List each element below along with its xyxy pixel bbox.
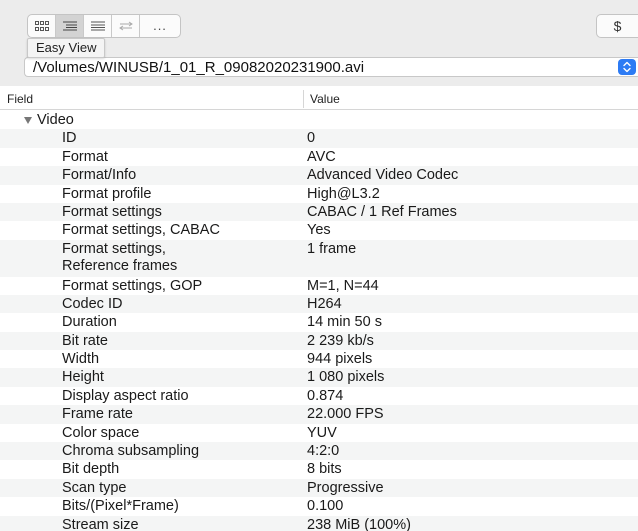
value-cell: YUV [307, 424, 337, 441]
grid-view-button[interactable] [28, 15, 56, 37]
table-row[interactable]: Format settings CABAC / 1 Ref Frames [0, 202, 638, 222]
field-cell: Format [62, 148, 108, 165]
easy-view-tooltip: Easy View [27, 38, 106, 58]
table-row[interactable]: Chroma subsampling 4:2:0 [0, 442, 638, 461]
column-header-field[interactable]: Field [7, 92, 33, 106]
field-cell: Stream size [62, 516, 139, 531]
media-info-table: Field Value Video ID 0 Format AVC Format/Inf… [0, 88, 638, 531]
easy-view-button[interactable] [56, 15, 84, 37]
value-cell: 0 [307, 130, 316, 147]
value-cell: Yes [307, 222, 331, 239]
value-cell: CABAC / 1 Ref Frames [307, 203, 457, 220]
value-cell: 0.874 [307, 387, 344, 404]
table-row[interactable]: Format AVC [0, 148, 638, 166]
field-cell: Format settings [62, 203, 162, 220]
table-row[interactable]: Duration 14 min 50 s [0, 313, 638, 331]
more-icon: ... [153, 18, 167, 33]
sheet-view-button[interactable] [84, 15, 112, 37]
value-cell: 1 frame [307, 240, 357, 257]
field-cell: Width [62, 351, 100, 368]
disclosure-triangle-icon[interactable] [24, 117, 32, 125]
field-cell: Height [62, 369, 104, 386]
file-path-text: /Volumes/WINUSB/1_01_R_09082020231900.av… [33, 59, 365, 76]
field-cell: Color space [62, 424, 140, 441]
table-row[interactable]: Frame rate 22.000 FPS [0, 405, 638, 424]
value-cell: 1 080 pixels [307, 369, 385, 386]
table-row[interactable]: Bit depth 8 bits [0, 460, 638, 478]
field-cell: Codec ID [62, 295, 123, 312]
value-cell: H264 [307, 295, 342, 312]
value-cell: 238 MiB (100%) [307, 516, 411, 531]
table-row[interactable]: Codec ID H264 [0, 294, 638, 314]
section-label: Video [24, 111, 74, 129]
table-row[interactable]: ID 0 [0, 129, 638, 148]
value-cell: High@L3.2 [307, 185, 380, 202]
toolbar: ... $ /Volumes/WINUSB/1_01_R_09082020231… [0, 0, 638, 86]
table-row[interactable]: Stream size 238 MiB (100%) [0, 515, 638, 531]
table-row[interactable]: Format profile High@L3.2 [0, 185, 638, 203]
field-cell: Display aspect ratio [62, 387, 189, 404]
field-cell: Format settings, Reference frames [62, 240, 178, 274]
view-mode-segmented-control: ... [27, 14, 181, 38]
value-cell: 2 239 kb/s [307, 332, 374, 349]
value-cell: 22.000 FPS [307, 406, 384, 423]
table-row[interactable]: Format settings, Reference frames 1 frame [0, 239, 638, 277]
table-row[interactable]: Format settings, GOP M=1, N=44 [0, 277, 638, 295]
table-row[interactable]: Format settings, CABAC Yes [0, 221, 638, 239]
table-header: Field Value [0, 88, 638, 110]
field-cell: Bits/(Pixel*Frame) [62, 498, 179, 515]
table-row[interactable]: Bit rate 2 239 kb/s [0, 331, 638, 351]
field-cell: Chroma subsampling [62, 443, 200, 460]
value-cell: 14 min 50 s [307, 314, 382, 331]
table-row[interactable]: Width 944 pixels [0, 350, 638, 368]
field-cell: Format settings, CABAC [62, 222, 220, 239]
file-path-select[interactable]: /Volumes/WINUSB/1_01_R_09082020231900.av… [24, 57, 638, 77]
field-cell: Scan type [62, 479, 127, 496]
value-cell: M=1, N=44 [307, 277, 379, 294]
value-cell: 4:2:0 [307, 443, 340, 460]
value-cell: 944 pixels [307, 351, 373, 368]
compare-view-button[interactable] [112, 15, 140, 37]
table-row[interactable]: Scan type Progressive [0, 478, 638, 498]
list-icon [90, 21, 105, 31]
table-row[interactable]: Height 1 080 pixels [0, 368, 638, 387]
field-cell: Format profile [62, 185, 152, 202]
field-cell: Format settings, GOP [62, 277, 203, 294]
updown-chevron-icon[interactable] [618, 59, 636, 75]
column-divider[interactable] [303, 90, 304, 108]
value-cell: 0.100 [307, 498, 344, 515]
column-header-value[interactable]: Value [310, 92, 340, 106]
field-cell: Frame rate [62, 406, 133, 423]
section-row-video[interactable]: Video [0, 111, 638, 129]
table-row[interactable]: Display aspect ratio 0.874 [0, 387, 638, 405]
field-cell: Bit rate [62, 332, 108, 349]
field-cell: ID [62, 130, 77, 147]
swap-arrows-icon [118, 21, 133, 31]
dollar-button[interactable]: $ [596, 14, 638, 38]
more-views-button[interactable]: ... [140, 15, 180, 37]
value-cell: Progressive [307, 479, 384, 496]
table-body: Video ID 0 Format AVC Format/Info Advanced Vi… [0, 111, 638, 531]
table-row[interactable]: Format/Info Advanced Video Codec [0, 166, 638, 185]
value-cell: AVC [307, 148, 336, 165]
field-cell: Bit depth [62, 461, 120, 478]
field-cell: Format/Info [62, 167, 137, 184]
value-cell: Advanced Video Codec [307, 167, 459, 184]
list-tree-icon [62, 21, 77, 31]
table-row[interactable]: Bits/(Pixel*Frame) 0.100 [0, 497, 638, 515]
field-cell: Duration [62, 314, 117, 331]
table-row[interactable]: Color space YUV [0, 424, 638, 442]
grid-icon [34, 21, 49, 31]
value-cell: 8 bits [307, 461, 342, 478]
section-title: Video [37, 112, 74, 128]
